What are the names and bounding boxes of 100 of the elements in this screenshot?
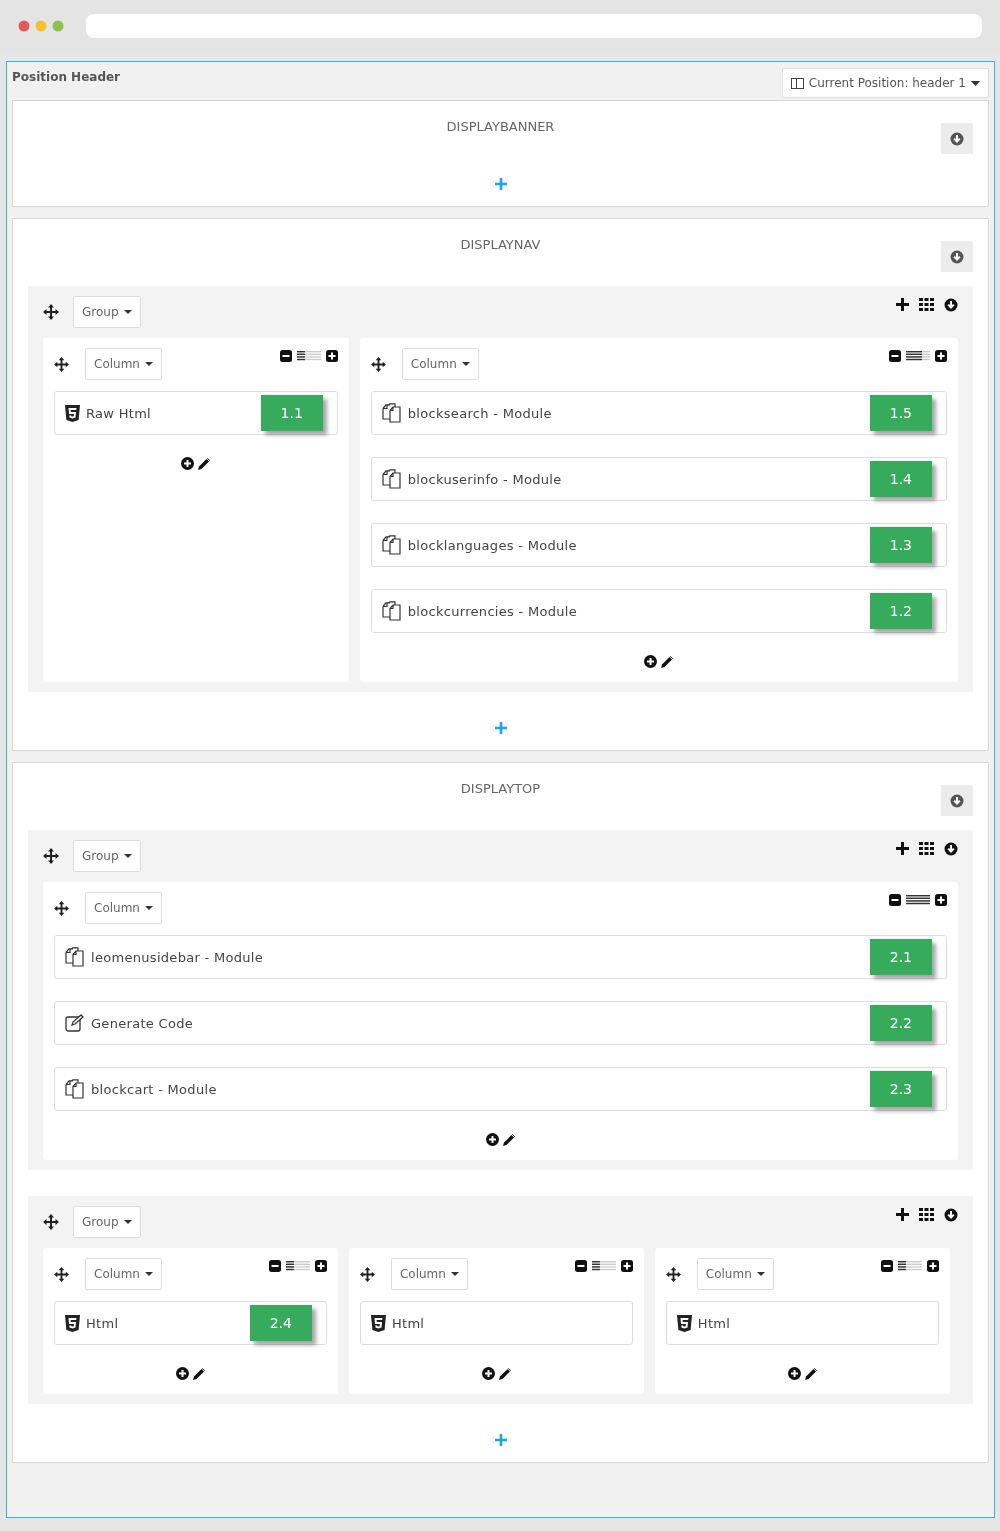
caret-icon xyxy=(450,1272,459,1276)
move-icon[interactable] xyxy=(43,304,59,320)
caret-icon xyxy=(971,80,980,86)
widget-row[interactable]: blockcurrencies - Module 1.2 xyxy=(370,589,947,633)
minus-square-icon[interactable] xyxy=(889,894,901,906)
move-icon[interactable] xyxy=(370,356,386,372)
copy-icon xyxy=(381,469,402,489)
column-width-icon xyxy=(897,1261,922,1271)
widget-row[interactable]: blockuserinfo - Module 1.4 xyxy=(370,457,947,501)
move-icon[interactable] xyxy=(43,848,59,864)
plus-square-icon[interactable] xyxy=(314,1260,327,1272)
add-circle-icon[interactable] xyxy=(175,1367,189,1380)
widget-row[interactable]: Html 2.4 xyxy=(54,1301,327,1345)
position-dropdown[interactable]: Current Position: header 1 xyxy=(781,68,989,98)
widget-label: blocklanguages - Module xyxy=(407,537,577,553)
grid-icon[interactable] xyxy=(919,842,934,855)
pencil-icon[interactable] xyxy=(192,1367,205,1380)
minus-square-icon[interactable] xyxy=(880,1260,893,1272)
caret-icon xyxy=(144,362,153,366)
plus-square-icon[interactable] xyxy=(325,350,338,362)
caret-icon xyxy=(756,1272,765,1276)
window-controls-icon xyxy=(18,20,64,32)
column-width-icon xyxy=(296,351,321,361)
column-width-icon xyxy=(906,895,930,905)
minus-square-icon[interactable] xyxy=(268,1260,281,1272)
widget-label: leomenusidebar - Module xyxy=(91,949,264,965)
add-icon[interactable] xyxy=(896,842,909,855)
download-circle-icon xyxy=(950,793,964,808)
pencil-icon[interactable] xyxy=(804,1367,817,1380)
minus-square-icon[interactable] xyxy=(279,350,292,362)
add-icon[interactable] xyxy=(896,1208,909,1221)
collapse-button[interactable] xyxy=(941,123,973,154)
move-icon[interactable] xyxy=(43,1214,59,1230)
plus-square-icon[interactable] xyxy=(935,894,947,906)
minus-square-icon[interactable] xyxy=(889,350,901,362)
column-dropdown[interactable]: Column xyxy=(696,1258,774,1290)
group-dropdown[interactable]: Group xyxy=(73,1206,141,1238)
pencil-icon[interactable] xyxy=(198,457,211,470)
minus-square-icon[interactable] xyxy=(574,1260,587,1272)
column-dropdown[interactable]: Column xyxy=(390,1258,468,1290)
widget-row[interactable]: blocklanguages - Module 1.3 xyxy=(370,523,947,567)
column-dropdown[interactable]: Column xyxy=(85,348,162,380)
add-row-icon[interactable] xyxy=(494,178,507,190)
widget-row[interactable]: Generate Code 2.2 xyxy=(54,1001,947,1045)
html5-shield-icon xyxy=(65,404,80,422)
add-circle-icon[interactable] xyxy=(181,457,195,470)
layout-icon xyxy=(790,77,804,89)
column-dropdown[interactable]: Column xyxy=(85,892,162,924)
position-tag: 1.1 xyxy=(260,395,323,431)
add-circle-icon[interactable] xyxy=(481,1367,495,1380)
grid-icon[interactable] xyxy=(919,298,934,311)
move-icon[interactable] xyxy=(54,1266,69,1282)
panel-title: Position Header xyxy=(12,69,121,84)
html5-shield-icon xyxy=(65,1314,80,1332)
plus-square-icon[interactable] xyxy=(935,350,947,362)
copy-icon xyxy=(65,1079,85,1099)
move-icon[interactable] xyxy=(54,356,69,372)
widget-row[interactable]: leomenusidebar - Module 2.1 xyxy=(54,935,947,979)
add-row-icon[interactable] xyxy=(494,722,507,734)
widget-row[interactable]: Html xyxy=(359,1301,633,1345)
position-tag: 1.2 xyxy=(869,593,932,629)
move-icon[interactable] xyxy=(359,1266,375,1282)
move-icon[interactable] xyxy=(665,1266,681,1282)
group-dropdown[interactable]: Group xyxy=(73,296,141,328)
download-circle-icon[interactable] xyxy=(944,842,958,856)
pencil-icon[interactable] xyxy=(661,655,674,668)
pencil-icon[interactable] xyxy=(503,1133,515,1146)
widget-row[interactable]: blockcart - Module 2.3 xyxy=(54,1067,947,1111)
pencil-icon[interactable] xyxy=(498,1367,511,1380)
plus-square-icon[interactable] xyxy=(926,1260,939,1272)
group-dropdown[interactable]: Group xyxy=(73,840,141,872)
column-dropdown[interactable]: Column xyxy=(85,1258,162,1290)
section-title: DISPLAYBANNER xyxy=(445,119,556,134)
caret-icon xyxy=(461,362,470,366)
copy-icon xyxy=(381,535,402,555)
download-circle-icon[interactable] xyxy=(944,298,958,312)
add-circle-icon[interactable] xyxy=(486,1133,499,1146)
add-circle-icon[interactable] xyxy=(787,1367,801,1380)
position-tag: 2.4 xyxy=(249,1305,312,1341)
collapse-button[interactable] xyxy=(941,241,973,272)
section-title: DISPLAYTOP xyxy=(459,781,542,796)
html5-shield-icon xyxy=(370,1314,386,1332)
caret-icon xyxy=(123,310,132,314)
column-dropdown[interactable]: Column xyxy=(401,348,479,380)
add-row-icon[interactable] xyxy=(494,1434,507,1446)
widget-row[interactable]: blocksearch - Module 1.5 xyxy=(370,391,947,435)
widget-row[interactable]: Html xyxy=(665,1301,939,1345)
collapse-button[interactable] xyxy=(941,785,973,816)
download-circle-icon[interactable] xyxy=(944,1208,958,1222)
add-icon[interactable] xyxy=(896,298,909,311)
widget-label: Raw Html xyxy=(86,405,152,421)
caret-icon xyxy=(123,1220,132,1224)
section-title: DISPLAYNAV xyxy=(459,237,542,252)
widget-label: Html xyxy=(86,1315,119,1331)
grid-icon[interactable] xyxy=(919,1208,934,1221)
add-circle-icon[interactable] xyxy=(644,655,658,668)
widget-row[interactable]: Raw Html 1.1 xyxy=(54,391,338,435)
move-icon[interactable] xyxy=(54,900,69,916)
plus-square-icon[interactable] xyxy=(620,1260,633,1272)
edit-icon xyxy=(65,1014,85,1032)
